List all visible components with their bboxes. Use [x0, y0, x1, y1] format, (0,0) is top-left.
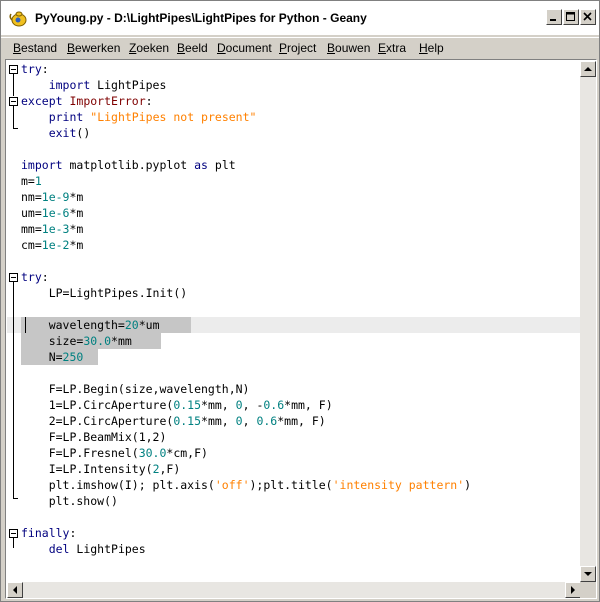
code-line: exit()	[48, 126, 91, 140]
menu-bouwen[interactable]: Bouwen	[327, 41, 370, 55]
code-line: except ImportError:	[21, 94, 153, 108]
close-icon	[583, 12, 592, 21]
code-line: I=LP.Intensity(2,F)	[21, 462, 181, 476]
arrow-up-icon	[584, 67, 592, 71]
code-line: LP=LightPipes.Init()	[21, 286, 188, 300]
code-line: um=1e-6*m	[21, 206, 84, 220]
horizontal-scrollbar[interactable]	[7, 582, 581, 598]
code-line: import LightPipes	[48, 78, 167, 92]
menu-zoeken[interactable]: Zoeken	[129, 41, 169, 55]
code-line: nm=1e-9*m	[21, 190, 84, 204]
code-editor[interactable]: try: import LightPipes except ImportErro…	[7, 61, 581, 582]
menu-help[interactable]: Help	[419, 41, 444, 55]
fold-collapse-icon[interactable]	[9, 273, 18, 282]
arrow-right-icon	[571, 586, 575, 594]
code-line: F=LP.Fresnel(30.0*cm,F)	[21, 446, 208, 460]
code-line: cm=1e-2*m	[21, 238, 84, 252]
code-line: 2=LP.CircAperture(0.15*mm, 0, 0.6*mm, F)	[21, 414, 326, 428]
fold-collapse-icon[interactable]	[9, 97, 18, 106]
code-line: plt.imshow(I); plt.axis('off');plt.title…	[21, 478, 472, 492]
code-line: mm=1e-3*m	[21, 222, 84, 236]
vertical-scrollbar[interactable]	[580, 61, 596, 582]
fold-end-tick	[13, 128, 18, 129]
code-line: N=250	[21, 350, 84, 364]
menu-project[interactable]: Project	[279, 41, 316, 55]
code-line: finally:	[21, 526, 77, 540]
arrow-down-icon	[584, 572, 592, 576]
fold-guide	[13, 106, 14, 128]
code-line: F=LP.BeamMix(1,2)	[21, 430, 167, 444]
close-button[interactable]	[580, 9, 596, 25]
scroll-up-button[interactable]	[580, 61, 596, 77]
menu-bar: Bestand Bewerken Zoeken Beeld Document P…	[1, 37, 599, 58]
code-line: del LightPipes	[48, 542, 146, 556]
code-line: wavelength=20*um	[21, 318, 160, 332]
code-line: try:	[21, 270, 49, 284]
fold-guide	[13, 74, 14, 96]
minimize-button[interactable]	[546, 9, 562, 25]
scrollbar-corner	[580, 582, 596, 598]
code-line: F=LP.Begin(size,wavelength,N)	[21, 382, 250, 396]
maximize-icon	[566, 12, 575, 21]
scroll-right-button[interactable]	[565, 582, 581, 598]
menu-document[interactable]: Document	[217, 41, 272, 55]
fold-guide	[13, 282, 14, 498]
editor-frame: try: import LightPipes except ImportErro…	[5, 59, 597, 599]
code-line: try:	[21, 62, 49, 76]
window-title: PyYoung.py - D:\LightPipes\LightPipes fo…	[35, 11, 367, 25]
maximize-button[interactable]	[563, 9, 579, 25]
scroll-left-button[interactable]	[7, 582, 23, 598]
menu-bestand[interactable]: Bestand	[13, 41, 57, 55]
arrow-left-icon	[13, 586, 17, 594]
code-line: print "LightPipes not present"	[48, 110, 257, 124]
code-line: import matplotlib.pyplot as plt	[21, 158, 236, 172]
fold-collapse-icon[interactable]	[9, 529, 18, 538]
code-line: size=30.0*mm	[21, 334, 132, 348]
menu-beeld[interactable]: Beeld	[177, 41, 208, 55]
geany-window: PyYoung.py - D:\LightPipes\LightPipes fo…	[0, 0, 600, 602]
fold-collapse-icon[interactable]	[9, 65, 18, 74]
code-line: plt.show()	[21, 494, 118, 508]
code-line: 1=LP.CircAperture(0.15*mm, 0, -0.6*mm, F…	[21, 398, 333, 412]
geany-teapot-icon[interactable]	[9, 8, 29, 28]
code-line: m=1	[21, 174, 42, 188]
minimize-icon	[550, 19, 556, 21]
scroll-down-button[interactable]	[580, 566, 596, 582]
fold-end-tick	[13, 498, 18, 499]
menu-extra[interactable]: Extra	[378, 41, 406, 55]
fold-guide	[13, 538, 14, 548]
title-bar[interactable]: PyYoung.py - D:\LightPipes\LightPipes fo…	[1, 1, 599, 35]
menu-bewerken[interactable]: Bewerken	[67, 41, 120, 55]
